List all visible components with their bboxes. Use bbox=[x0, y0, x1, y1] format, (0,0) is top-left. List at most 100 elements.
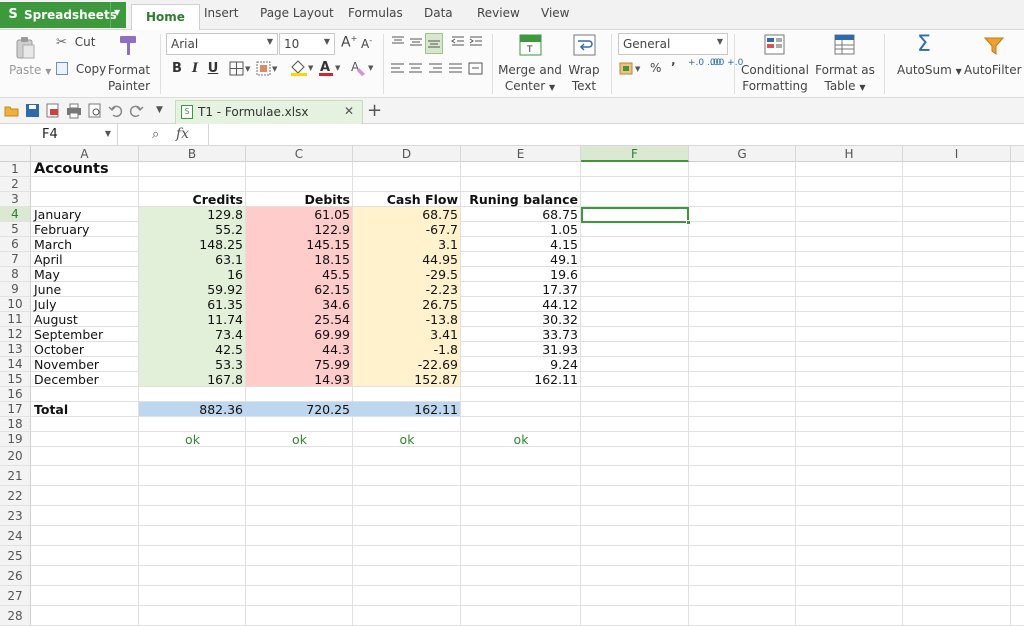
cash-flow-cell[interactable]: -22.69 bbox=[356, 357, 458, 372]
format-as-table-button[interactable]: Format as Table ▼ bbox=[815, 62, 875, 96]
row-header-6[interactable]: 6 bbox=[0, 237, 31, 252]
cash-flow-cell[interactable]: -29.5 bbox=[356, 267, 458, 282]
print-icon[interactable] bbox=[66, 103, 82, 119]
tab-insert[interactable]: Insert bbox=[204, 6, 238, 28]
spreadsheet-grid[interactable]: ABCDEFGHI 1 2 3 4 5 6 7 8 9 10 11 12 13 14 15 16 17 18 19 2… bbox=[0, 146, 1024, 626]
column-header-h[interactable]: H bbox=[796, 146, 903, 162]
open-folder-icon[interactable] bbox=[4, 103, 20, 119]
zoom-function-icon[interactable]: ⌕ bbox=[152, 127, 159, 142]
cell-style-icon[interactable]: ▼ bbox=[256, 61, 278, 80]
debits-cell[interactable]: 25.54 bbox=[249, 312, 350, 327]
row-header-16[interactable]: 16 bbox=[0, 387, 31, 402]
running-balance-cell[interactable]: 162.11 bbox=[464, 372, 578, 387]
column-header-c[interactable]: C bbox=[246, 146, 353, 162]
font-color-icon[interactable]: A ▼ bbox=[318, 59, 344, 80]
credits-cell[interactable]: 11.74 bbox=[142, 312, 243, 327]
row-header-7[interactable]: 7 bbox=[0, 252, 31, 267]
paste-icon[interactable] bbox=[14, 36, 36, 59]
conditional-formatting-icon[interactable] bbox=[764, 34, 786, 56]
header-debits-cell[interactable]: Debits bbox=[249, 192, 350, 207]
autosum-icon[interactable]: Σ bbox=[917, 32, 931, 57]
running-balance-cell[interactable]: 4.15 bbox=[464, 237, 578, 252]
credits-cell[interactable]: 42.5 bbox=[142, 342, 243, 357]
underline-button[interactable]: U bbox=[204, 61, 222, 79]
row-header-22[interactable]: 22 bbox=[0, 486, 31, 506]
font-size-select[interactable]: 10 ▼ bbox=[279, 33, 335, 55]
app-menu-button[interactable]: S Spreadsheets ▼ bbox=[0, 2, 126, 28]
tab-home[interactable]: Home bbox=[131, 4, 200, 30]
select-all-corner[interactable] bbox=[0, 146, 31, 162]
currency-format-icon[interactable]: ▼ bbox=[619, 61, 647, 80]
print-preview-icon[interactable] bbox=[87, 103, 103, 119]
debits-cell[interactable]: 14.93 bbox=[249, 372, 350, 387]
merge-center-icon[interactable]: T bbox=[519, 34, 542, 56]
running-balance-cell[interactable]: 19.6 bbox=[464, 267, 578, 282]
autofilter-button[interactable]: AutoFilter ▼ bbox=[964, 63, 1024, 77]
month-cell[interactable]: July bbox=[34, 297, 136, 312]
debits-cell[interactable]: 18.15 bbox=[249, 252, 350, 267]
running-balance-cell[interactable]: 30.32 bbox=[464, 312, 578, 327]
tab-formulas[interactable]: Formulas bbox=[348, 6, 403, 28]
debits-cell[interactable]: 62.15 bbox=[249, 282, 350, 297]
column-header-b[interactable]: B bbox=[139, 146, 246, 162]
check-ok-cell[interactable]: ok bbox=[142, 432, 243, 447]
check-ok-cell[interactable]: ok bbox=[464, 432, 578, 447]
column-header-f[interactable]: F bbox=[581, 146, 689, 162]
credits-cell[interactable]: 63.1 bbox=[142, 252, 243, 267]
sheet-title-cell[interactable]: Accounts bbox=[34, 162, 136, 177]
header-credits-cell[interactable]: Credits bbox=[142, 192, 243, 207]
save-icon[interactable] bbox=[25, 103, 41, 119]
column-header-a[interactable]: A bbox=[31, 146, 139, 162]
document-tab[interactable]: S T1 - Formulae.xlsx ✕ bbox=[175, 100, 363, 124]
credits-cell[interactable]: 167.8 bbox=[142, 372, 243, 387]
debits-cell[interactable]: 122.9 bbox=[249, 222, 350, 237]
running-balance-cell[interactable]: 9.24 bbox=[464, 357, 578, 372]
running-balance-cell[interactable]: 44.12 bbox=[464, 297, 578, 312]
row-header-2[interactable]: 2 bbox=[0, 177, 31, 192]
cash-flow-cell[interactable]: -1.8 bbox=[356, 342, 458, 357]
justify-icon[interactable] bbox=[448, 62, 464, 79]
credits-cell[interactable]: 73.4 bbox=[142, 327, 243, 342]
undo-icon[interactable] bbox=[108, 103, 124, 119]
row-header-11[interactable]: 11 bbox=[0, 312, 31, 327]
wrap-text-icon[interactable] bbox=[573, 34, 596, 56]
quick-access-dropdown-icon[interactable]: ▼ bbox=[156, 105, 172, 121]
credits-cell[interactable]: 59.92 bbox=[142, 282, 243, 297]
fill-color-icon[interactable]: ▼ bbox=[289, 59, 315, 80]
comma-style-button[interactable]: ʼ bbox=[671, 60, 676, 74]
new-tab-icon[interactable]: + bbox=[367, 100, 382, 121]
align-bottom-icon[interactable] bbox=[425, 33, 443, 54]
cash-flow-cell[interactable]: 3.1 bbox=[356, 237, 458, 252]
debits-cell[interactable]: 75.99 bbox=[249, 357, 350, 372]
debits-cell[interactable]: 44.3 bbox=[249, 342, 350, 357]
autosum-button[interactable]: AutoSum ▼ bbox=[897, 63, 962, 77]
increase-indent-icon[interactable] bbox=[468, 34, 484, 53]
check-ok-cell[interactable]: ok bbox=[356, 432, 458, 447]
credits-cell[interactable]: 55.2 bbox=[142, 222, 243, 237]
running-balance-cell[interactable]: 68.75 bbox=[464, 207, 578, 222]
credits-cell[interactable]: 129.8 bbox=[142, 207, 243, 222]
decrease-indent-icon[interactable] bbox=[450, 34, 466, 53]
cash-flow-cell[interactable]: 26.75 bbox=[356, 297, 458, 312]
active-cell-cursor[interactable] bbox=[581, 207, 691, 225]
month-cell[interactable]: November bbox=[34, 357, 136, 372]
month-cell[interactable]: January bbox=[34, 207, 136, 222]
month-cell[interactable]: October bbox=[34, 342, 136, 357]
cash-flow-cell[interactable]: 44.95 bbox=[356, 252, 458, 267]
row-header-12[interactable]: 12 bbox=[0, 327, 31, 342]
row-header-8[interactable]: 8 bbox=[0, 267, 31, 282]
row-header-19[interactable]: 19 bbox=[0, 432, 31, 447]
format-painter-button[interactable]: Format Painter bbox=[106, 62, 152, 94]
header-cash-flow-cell[interactable]: Cash Flow bbox=[356, 192, 458, 207]
row-header-1[interactable]: 1 bbox=[0, 162, 31, 177]
running-balance-cell[interactable]: 31.93 bbox=[464, 342, 578, 357]
align-top-icon[interactable] bbox=[390, 34, 406, 53]
cash-flow-cell[interactable]: -67.7 bbox=[356, 222, 458, 237]
cash-flow-cell[interactable]: -2.23 bbox=[356, 282, 458, 297]
align-left-icon[interactable] bbox=[390, 62, 406, 79]
autofilter-icon[interactable] bbox=[983, 35, 1005, 57]
increase-font-size-icon[interactable]: A+ bbox=[341, 34, 357, 51]
credits-cell[interactable]: 53.3 bbox=[142, 357, 243, 372]
row-header-14[interactable]: 14 bbox=[0, 357, 31, 372]
debits-cell[interactable]: 34.6 bbox=[249, 297, 350, 312]
